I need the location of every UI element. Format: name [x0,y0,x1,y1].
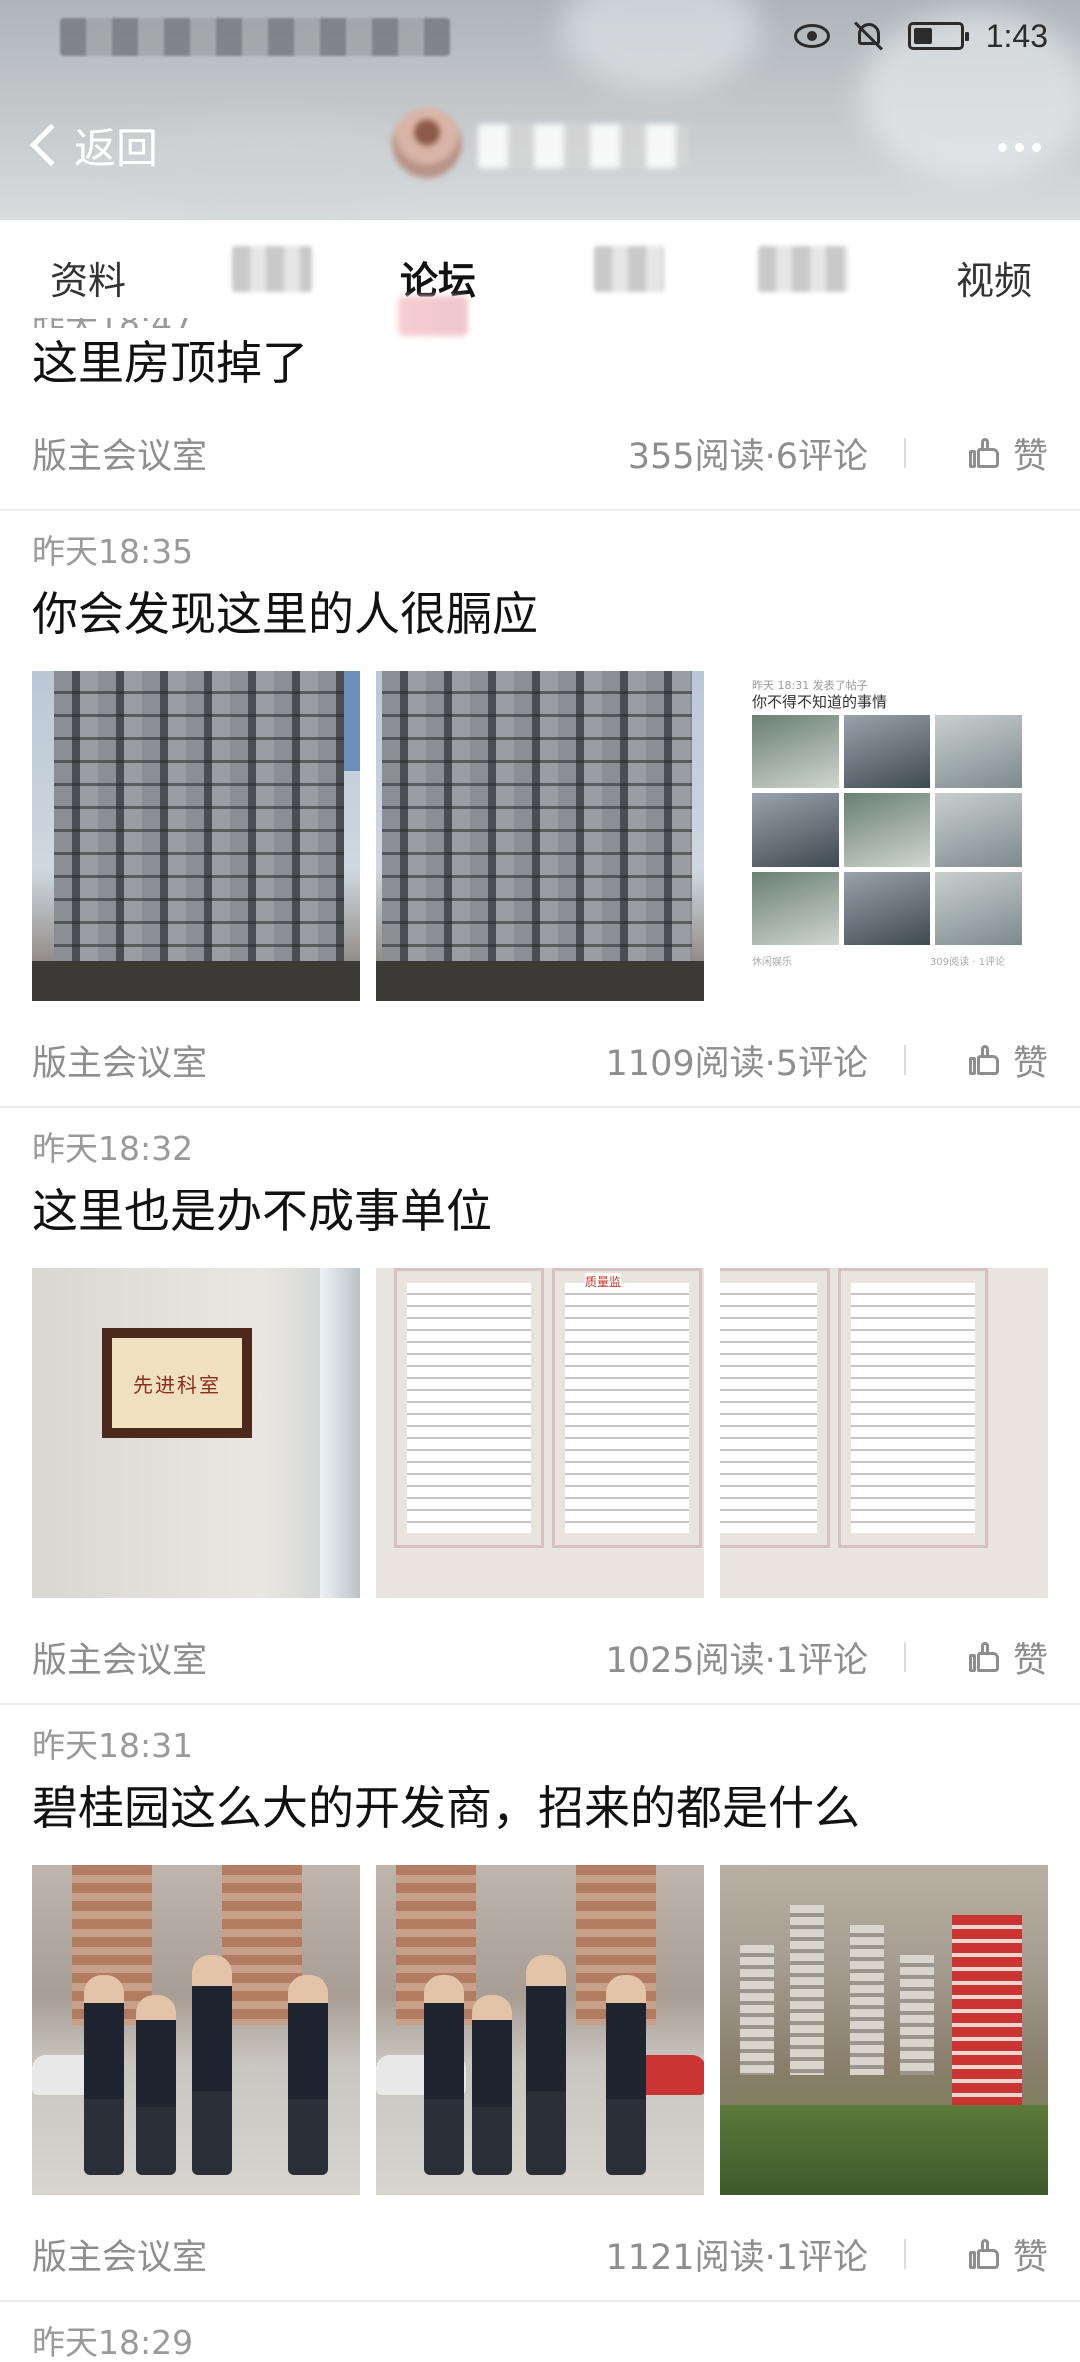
status-notifications-blurred [60,18,450,56]
post-title[interactable]: 这里也是办不成事单位 [32,1176,1048,1246]
divider [904,1045,906,1075]
post-footer: 版主会议室 1025阅读·1评论 赞 [32,1598,1048,1716]
thumbs-up-icon [968,438,999,468]
tab-blurred[interactable] [758,246,848,292]
post-image-screenshot[interactable]: 昨天 18:31 发表了帖子 你不得不知道的事情 休闲娱乐 309阅读 · 1评… [720,671,1048,1001]
like-button[interactable]: 赞 [968,1627,1048,1687]
nav-bar: 返回 [0,100,1080,200]
divider [904,438,906,468]
tab-bar: 资料 论坛 视频 [0,220,1080,336]
post-card[interactable]: 昨天18:29 [0,2302,1080,2362]
post-time: 昨天18:47 [32,318,1048,328]
post-images: 先进科室 质量监 [32,1268,1048,1598]
like-button[interactable]: 赞 [968,423,1048,483]
dot-icon [1014,142,1024,152]
post-footer: 版主会议室 355阅读·6评论 赞 [32,398,1048,509]
post-stats: 1025阅读·1评论 [605,1640,868,1681]
post-image-plaque[interactable]: 先进科室 [32,1268,360,1598]
post-stats: 1109阅读·5评论 [605,1043,868,1084]
screenshot-stats-text: 309阅读 · 1评论 [930,957,1005,968]
post-time: 昨天18:31 [32,1726,194,1765]
divider [904,2239,906,2269]
forum-name[interactable]: 版主会议室 [32,2229,207,2280]
post-card[interactable]: 昨天18:35 你会发现这里的人很膈应 昨天 18:31 发表了帖子 你不得不知… [0,511,1080,1108]
tab-profile[interactable]: 资料 [50,250,126,305]
post-image-people[interactable] [376,1865,704,2195]
tab-video[interactable]: 视频 [956,250,1032,305]
screenshot-forum-text: 休闲娱乐 [752,957,792,968]
divider [904,1642,906,1672]
post-stats: 1121阅读·1评论 [605,2237,868,2278]
forum-name[interactable]: 版主会议室 [32,1632,207,1683]
post-footer: 版主会议室 1121阅读·1评论 赞 [32,2195,1048,2313]
battery-icon [907,22,969,50]
post-stats: 355阅读·6评论 [627,437,868,477]
back-label: 返回 [74,123,159,173]
post-title[interactable]: 你会发现这里的人很膈应 [32,579,1048,649]
post-time: 昨天18:29 [32,2323,194,2362]
avatar[interactable] [392,108,462,178]
post-time: 昨天18:35 [32,532,194,571]
post-card[interactable]: 昨天18:32 这里也是办不成事单位 先进科室 质量监 版主会议室 1025阅读… [0,1108,1080,1705]
post-title[interactable]: 碧桂园这么大的开发商，招来的都是什么 [32,1773,1048,1843]
tab-blurred[interactable] [594,246,664,292]
post-time: 昨天18:32 [32,1129,194,1168]
dot-icon [1031,142,1041,152]
post-feed: 昨天18:47 这里房顶掉了 版主会议室 355阅读·6评论 赞 昨天18:35… [0,318,1080,2362]
header-banner: 1:43 返回 [0,0,1080,220]
thumbs-up-icon [968,1045,999,1075]
like-label: 赞 [1012,436,1048,477]
screenshot-title-text: 你不得不知道的事情 [752,693,888,711]
thumbs-up-icon [968,2239,999,2269]
chevron-left-icon [29,123,73,167]
like-label: 赞 [1012,1043,1048,1084]
post-image-notice-board[interactable]: 质量监 [376,1268,704,1598]
forum-name[interactable]: 版主会议室 [32,1035,207,1086]
like-button[interactable]: 赞 [968,1030,1048,1090]
status-bar: 1:43 [0,0,1080,72]
dot-icon [997,142,1007,152]
bell-off-icon [852,19,886,53]
post-images: 昨天 18:31 发表了帖子 你不得不知道的事情 休闲娱乐 309阅读 · 1评… [32,671,1048,1001]
more-button[interactable] [984,122,1054,172]
post-images [32,1865,1048,2195]
post-title[interactable]: 这里房顶掉了 [32,328,1048,398]
forum-name[interactable]: 版主会议室 [32,428,207,479]
post-image-building[interactable] [32,671,360,1001]
post-card[interactable]: 昨天18:31 碧桂园这么大的开发商，招来的都是什么 版主会议室 1121阅读·… [0,1705,1080,2302]
post-image-notice-board[interactable] [720,1268,1048,1598]
post-card[interactable]: 昨天18:47 这里房顶掉了 版主会议室 355阅读·6评论 赞 [0,318,1080,511]
post-image-building-model[interactable] [720,1865,1048,2195]
clock: 1:43 [985,17,1048,54]
post-image-people[interactable] [32,1865,360,2195]
plaque-text: 先进科室 [112,1338,242,1428]
tab-blurred[interactable] [232,246,312,292]
like-label: 赞 [1012,1640,1048,1681]
thumbs-up-icon [968,1642,999,1672]
back-button[interactable]: 返回 [28,110,158,180]
like-button[interactable]: 赞 [968,2224,1048,2284]
page-title-blurred [478,124,688,168]
notice-header-text: 质量监 [585,1273,622,1290]
post-footer: 版主会议室 1109阅读·5评论 赞 [32,1001,1048,1119]
like-label: 赞 [1012,2237,1048,2278]
post-image-building[interactable] [376,671,704,1001]
eye-icon [793,24,830,48]
